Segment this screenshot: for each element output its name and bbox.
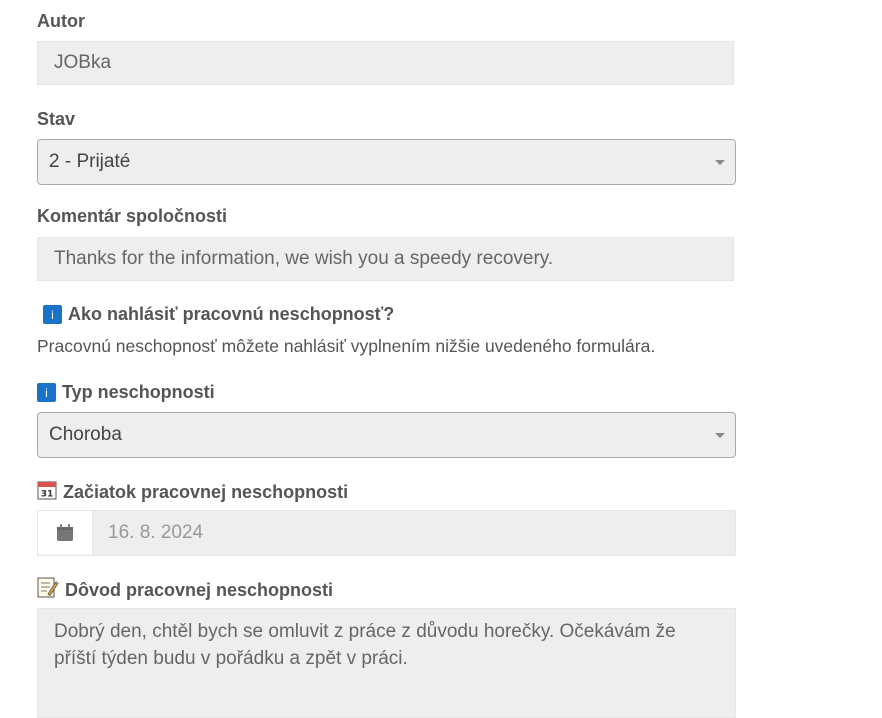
reason-label: Dôvod pracovnej neschopnosti — [37, 577, 333, 603]
svg-text:31: 31 — [41, 490, 54, 500]
info-icon: i — [37, 383, 56, 402]
start-date-field[interactable]: 16. 8. 2024 — [93, 510, 736, 556]
start-date-input-group[interactable]: 16. 8. 2024 — [37, 510, 736, 556]
incapacity-type-select[interactable]: Choroba — [37, 412, 736, 458]
calendar-icon — [57, 524, 73, 541]
company-comment-label: Komentár spoločnosti — [37, 206, 228, 226]
howto-heading: i Ako nahlásiť pracovnú neschopnosť? — [43, 304, 394, 325]
chevron-down-icon — [715, 433, 725, 438]
memo-icon — [37, 577, 59, 603]
chevron-down-icon — [715, 160, 725, 165]
calendar-button[interactable] — [37, 510, 93, 556]
howto-text: Pracovnú neschopnosť môžete nahlásiť vyp… — [37, 336, 656, 356]
author-label: Autor — [37, 11, 85, 31]
status-select[interactable]: 2 - Prijaté — [37, 139, 736, 185]
calendar-icon: 31 — [37, 480, 57, 505]
incapacity-type-label: i Typ neschopnosti — [37, 382, 215, 403]
start-date-label: 31 Začiatok pracovnej neschopnosti — [37, 480, 348, 505]
company-comment-field[interactable]: Thanks for the information, we wish you … — [37, 237, 734, 281]
info-icon: i — [43, 305, 62, 324]
status-label: Stav — [37, 109, 76, 129]
reason-textarea[interactable]: Dobrý den, chtěl bych se omluvit z práce… — [37, 608, 736, 718]
author-field[interactable]: JOBka — [37, 41, 734, 85]
